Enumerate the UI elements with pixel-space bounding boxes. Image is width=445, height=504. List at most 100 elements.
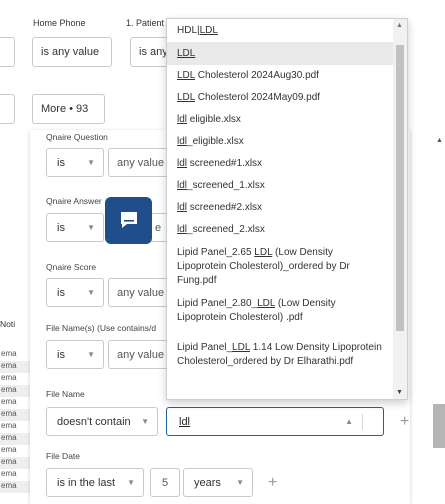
suggestions-scrollbar-thumb[interactable] <box>396 45 404 331</box>
file-date-operator[interactable]: is in the last ▼ <box>46 468 144 497</box>
caret-down-icon: ▼ <box>87 158 95 167</box>
file-names-operator-text: is <box>57 348 65 361</box>
caret-down-icon: ▼ <box>236 478 244 487</box>
notification-row[interactable]: ema <box>0 397 30 409</box>
patient-label: 1. Patient <box>126 18 165 28</box>
suggestion-suffix: _screened_1.xlsx <box>187 180 265 191</box>
suggestion-prefix: HDL| <box>177 24 200 36</box>
file-date-unit-text: years <box>194 476 221 489</box>
notification-row[interactable]: ema <box>0 457 30 469</box>
suggestion-item[interactable]: LDL <box>167 42 395 65</box>
home-phone-label: Home Phone <box>33 18 86 28</box>
suggestion-item[interactable]: ldl eligible.xlsx <box>167 109 395 131</box>
suggestion-item[interactable]: Lipid Panel_2.80_LDL (Low Density Lipopr… <box>167 293 395 329</box>
qnaire-score-label: Qnaire Score <box>46 262 97 272</box>
file-names-operator[interactable]: is ▼ <box>46 340 104 369</box>
notification-row[interactable]: ema <box>0 421 30 433</box>
suggestion-text: Lipid Panel_2.65 LDL (Low Density Lipopr… <box>177 246 385 288</box>
file-names-value-text: any value <box>117 348 165 361</box>
input-separator <box>362 414 363 430</box>
suggestion-item[interactable]: LDL Cholesterol 2024May09.pdf <box>167 87 395 109</box>
notification-row[interactable]: ema <box>0 433 30 445</box>
suggestion-item[interactable]: ldl screened#1.xlsx <box>167 153 395 175</box>
suggestion-item[interactable]: Lipid Panel_LDL 1.14 Low Density Lipopro… <box>167 329 395 381</box>
suggestion-suffix: Cholesterol 2024May09.pdf <box>194 92 321 103</box>
qnaire-answer-operator-text: is <box>57 221 65 234</box>
suggestion-match: LDL <box>199 24 218 36</box>
suggestion-item[interactable]: LDL Cholesterol 2024Aug30.pdf <box>167 65 395 87</box>
file-name-operator[interactable]: doesn't contain ▼ <box>46 407 158 436</box>
suggestion-text: ldl eligible.xlsx <box>177 113 385 127</box>
home-phone-filter[interactable]: is any value <box>32 37 112 67</box>
suggestion-text: Lipid Panel_2.80_LDL (Low Density Lipopr… <box>177 297 385 325</box>
caret-down-icon: ▼ <box>87 223 95 232</box>
suggestion-item[interactable]: Lipid Panel_2.65 LDL (Low Density Lipopr… <box>167 241 395 293</box>
chat-bubble-icon <box>120 212 137 228</box>
patient-filter-value: is any <box>139 46 168 58</box>
plus-icon[interactable]: + <box>268 475 277 491</box>
left-button-box[interactable] <box>0 94 15 124</box>
file-date-operator-text: is in the last <box>57 476 116 489</box>
suggestion-suffix: _eligible.xlsx <box>187 136 244 147</box>
caret-down-icon: ▼ <box>127 478 135 487</box>
suggestion-suffix: eligible.xlsx <box>187 114 241 125</box>
caret-down-icon: ▼ <box>87 288 95 297</box>
plus-icon[interactable]: + <box>400 414 409 430</box>
suggestion-suffix: screened#2.xlsx <box>187 202 263 213</box>
qnaire-score-operator[interactable]: is ▼ <box>46 278 104 307</box>
suggestion-text: LDL <box>177 47 385 61</box>
more-button[interactable]: More • 93 <box>32 94 105 124</box>
suggestions-scrollbar[interactable]: ▲ ▼ <box>393 19 407 399</box>
notification-row[interactable]: ema <box>0 349 30 361</box>
page-scrollbar-thumb[interactable] <box>433 404 445 448</box>
suggestion-prefix: Lipid Panel_ <box>177 342 233 353</box>
scroll-down-icon[interactable]: ▼ <box>396 389 403 396</box>
scroll-up-icon[interactable]: ▲ <box>396 22 403 29</box>
notification-row[interactable]: ema <box>0 385 30 397</box>
notification-row[interactable]: ema <box>0 481 30 493</box>
file-name-input[interactable]: ldl ▲ <box>166 407 384 436</box>
suggestion-item[interactable]: HDL|LDL <box>167 19 395 42</box>
caret-down-icon: ▼ <box>87 350 95 359</box>
notifications-label: Noti <box>0 319 16 329</box>
notification-row[interactable]: ema <box>0 361 30 373</box>
caret-up-icon[interactable]: ▲ <box>345 417 353 426</box>
suggestion-text: LDL Cholesterol 2024May09.pdf <box>177 91 385 105</box>
qnaire-answer-operator[interactable]: is ▼ <box>46 213 104 242</box>
qnaire-question-operator[interactable]: is ▼ <box>46 148 104 177</box>
suggestion-text: ldl_eligible.xlsx <box>177 135 385 149</box>
file-date-unit[interactable]: years ▼ <box>183 468 253 497</box>
qnaire-score-operator-text: is <box>57 286 65 299</box>
suggestion-match: LDL <box>177 92 195 103</box>
suggestion-item[interactable]: ldl screened#2.xlsx <box>167 197 395 219</box>
notification-row[interactable]: ema <box>0 469 30 481</box>
file-date-number[interactable]: 5 <box>150 468 180 497</box>
suggestion-match: LDL <box>177 47 196 59</box>
suggestion-item[interactable]: ldl_eligible.xlsx <box>167 131 395 153</box>
suggestion-item[interactable]: ldl_screened_1.xlsx <box>167 175 395 197</box>
qnaire-question-value-text: any value <box>117 156 165 169</box>
file-name-operator-text: doesn't contain <box>57 415 131 428</box>
suggestion-match: LDL <box>177 70 195 81</box>
file-date-number-text: 5 <box>161 476 169 489</box>
suggestion-match: LDL <box>254 247 273 258</box>
suggestion-text: Lipid Panel_LDL 1.14 Low Density Lipopro… <box>177 341 385 369</box>
file-names-label: File Name(s) (Use contains/d <box>46 323 157 333</box>
suggestion-item[interactable]: ldl_screened_2.xlsx <box>167 219 395 241</box>
notification-row[interactable]: ema <box>0 373 30 385</box>
qnaire-question-label: Qnaire Question <box>46 132 108 142</box>
suggestion-match: ldl <box>177 202 188 213</box>
suggestion-suffix: Cholesterol 2024Aug30.pdf <box>194 70 319 81</box>
chat-widget-button[interactable] <box>105 197 152 244</box>
notification-row[interactable]: ema <box>0 409 30 421</box>
suggestion-match: LDL <box>257 298 276 309</box>
left-filter-box[interactable] <box>0 37 15 67</box>
scroll-up-icon[interactable]: ▲ <box>436 137 443 144</box>
qnaire-question-operator-text: is <box>57 156 65 169</box>
file-date-label: File Date <box>46 451 81 461</box>
file-name-input-text: ldl <box>179 415 191 428</box>
notification-row[interactable]: ema <box>0 445 30 457</box>
suggestion-text: ldl screened#2.xlsx <box>177 201 385 215</box>
qnaire-answer-label: Qnaire Answer <box>46 196 102 206</box>
file-name-suggestions: HDL|LDL LDL LDL Cholesterol 2024Aug30.pdf L… <box>166 18 408 400</box>
